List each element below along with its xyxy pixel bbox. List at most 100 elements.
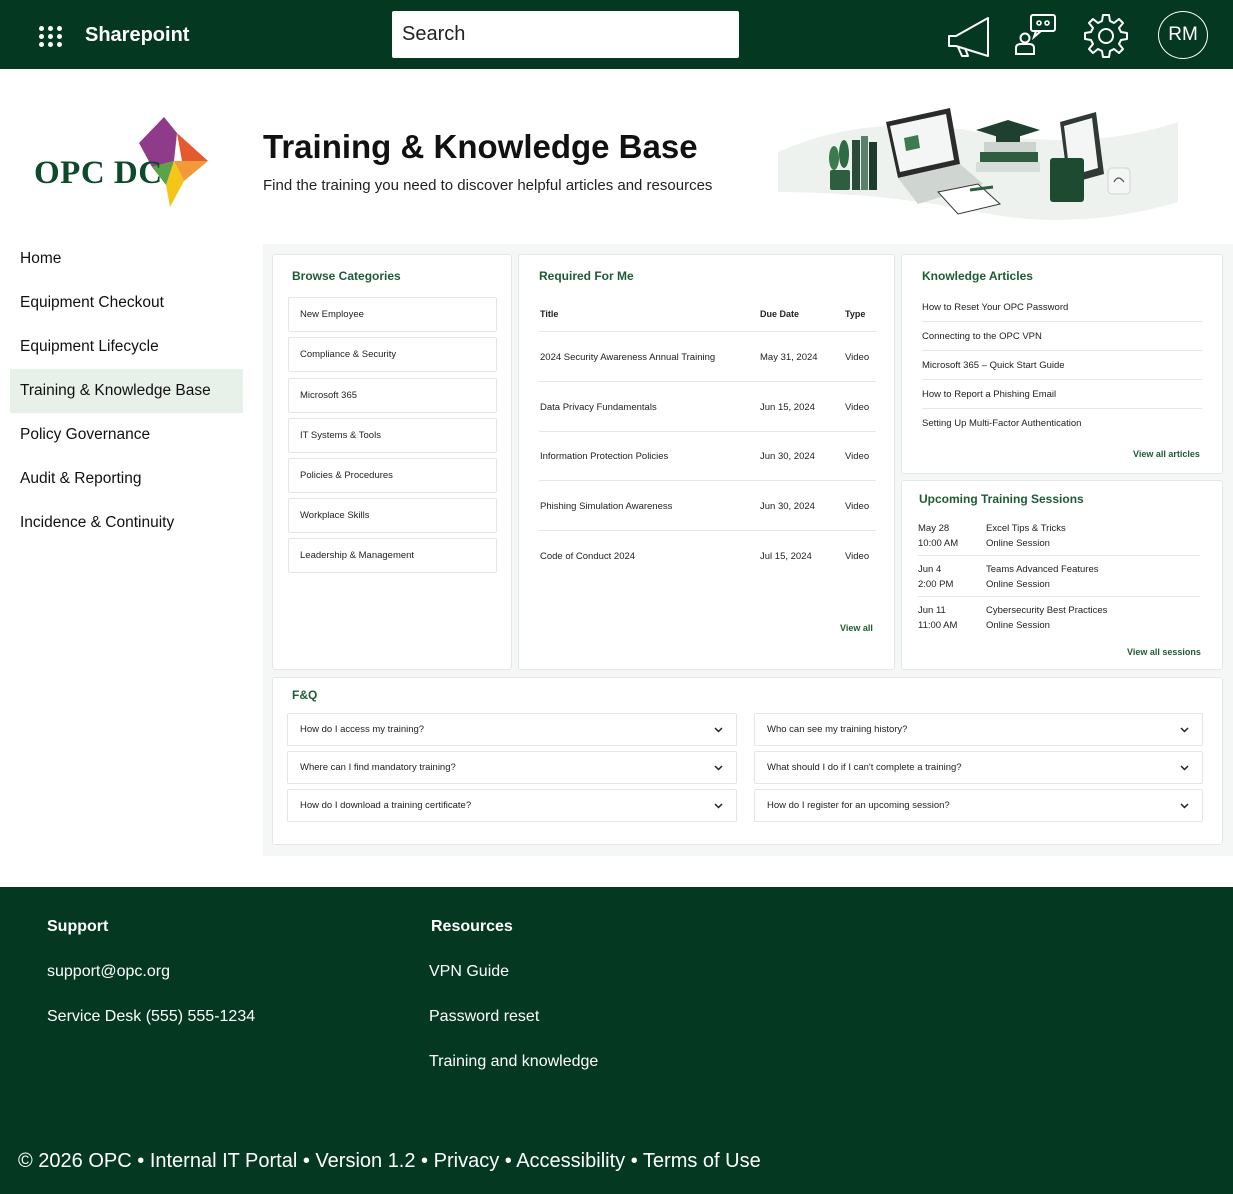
portal-name-text: Internal IT Portal [149, 1150, 298, 1172]
footer-vpn-guide-link[interactable]: VPN Guide [429, 963, 509, 981]
training-title[interactable]: Code of Conduct 2024 [540, 551, 635, 562]
column-header-type: Type [845, 309, 866, 319]
terms-of-use-link[interactable]: Terms of Use [643, 1150, 761, 1172]
footer-support-heading: Support [47, 918, 109, 935]
view-all-required-link[interactable]: View all [840, 623, 873, 633]
top-bar: Sharepoint RM [0, 0, 1233, 69]
megaphone-icon[interactable] [944, 12, 992, 58]
faq-card: F&Q How do I access my training? Where c… [272, 677, 1223, 845]
category-workplace-skills[interactable]: Workplace Skills [288, 498, 497, 533]
article-link[interactable]: How to Report a Phishing Email [922, 389, 1202, 400]
chevron-down-icon[interactable] [713, 762, 724, 773]
training-title[interactable]: Information Protection Policies [540, 451, 668, 462]
nav-item-audit-reporting[interactable]: Audit & Reporting [10, 457, 243, 501]
category-microsoft-365[interactable]: Microsoft 365 [288, 378, 497, 413]
privacy-link[interactable]: Privacy [434, 1150, 500, 1172]
session-info[interactable]: Cybersecurity Best Practices Online Sessi… [986, 603, 1107, 633]
training-due-date: Jun 30, 2024 [760, 501, 815, 512]
chevron-down-icon[interactable] [713, 724, 724, 735]
training-type: Video [845, 451, 870, 462]
faq-question: How do I download a training certificate… [300, 800, 472, 811]
chevron-down-icon[interactable] [1179, 800, 1190, 811]
nav-item-incidence-continuity[interactable]: Incidence & Continuity [10, 501, 243, 545]
browse-categories-title: Browse Categories [292, 269, 401, 283]
view-all-sessions-link[interactable]: View all sessions [1127, 647, 1201, 657]
version-text: Version 1.2 [315, 1150, 416, 1172]
article-link[interactable]: How to Reset Your OPC Password [922, 302, 1202, 313]
column-header-title: Title [540, 309, 559, 319]
nav-item-equipment-lifecycle[interactable]: Equipment Lifecycle [10, 325, 243, 369]
faq-question: What should I do if I can't complete a t… [767, 762, 962, 773]
article-divider [922, 321, 1202, 322]
table-divider [539, 480, 876, 481]
accessibility-link[interactable]: Accessibility [516, 1150, 625, 1172]
session-date: Jun 11 11:00 AM [918, 605, 958, 631]
training-type: Video [845, 501, 870, 512]
article-link[interactable]: Microsoft 365 – Quick Start Guide [922, 360, 1202, 371]
search-input[interactable] [392, 11, 739, 58]
category-compliance-security[interactable]: Compliance & Security [288, 337, 497, 372]
footer: Support support@opc.org Service Desk (55… [0, 887, 1233, 1194]
training-due-date: Jul 15, 2024 [760, 551, 812, 562]
faq-question: Who can see my training history? [767, 724, 908, 735]
category-leadership-management[interactable]: Leadership & Management [288, 538, 497, 573]
training-due-date: Jun 15, 2024 [760, 402, 815, 413]
page-title: Training & Knowledge Base [263, 128, 698, 165]
category-policies-procedures[interactable]: Policies & Procedures [288, 458, 497, 493]
article-link[interactable]: Connecting to the OPC VPN [922, 331, 1202, 342]
knowledge-articles-title: Knowledge Articles [922, 269, 1033, 283]
faq-item[interactable]: How do I access my training? [287, 713, 737, 746]
required-for-me-title: Required For Me [539, 269, 634, 283]
faq-item[interactable]: Who can see my training history? [754, 713, 1203, 746]
feedback-icon[interactable] [1012, 12, 1060, 58]
page-subtitle: Find the training you need to discover h… [263, 177, 713, 194]
session-info[interactable]: Excel Tips & Tricks Online Session [986, 521, 1066, 551]
opc-logo[interactable]: OPC DC [34, 115, 214, 215]
browse-categories-card: Browse Categories New Employee Complianc… [272, 254, 512, 670]
nav-item-equipment-checkout[interactable]: Equipment Checkout [10, 281, 243, 325]
training-due-date: May 31, 2024 [760, 352, 818, 363]
footer-support-email-link[interactable]: support@opc.org [47, 963, 170, 981]
faq-item[interactable]: Where can I find mandatory training? [287, 751, 737, 784]
footer-password-reset-link[interactable]: Password reset [429, 1008, 539, 1026]
training-type: Video [845, 402, 870, 413]
chevron-down-icon[interactable] [1179, 762, 1190, 773]
table-divider [539, 331, 876, 332]
category-it-systems-tools[interactable]: IT Systems & Tools [288, 418, 497, 453]
chevron-down-icon[interactable] [713, 800, 724, 811]
article-divider [922, 379, 1202, 380]
category-new-employee[interactable]: New Employee [288, 297, 497, 332]
faq-item[interactable]: How do I register for an upcoming sessio… [754, 789, 1203, 822]
article-link[interactable]: Setting Up Multi-Factor Authentication [922, 418, 1202, 429]
table-divider [539, 530, 876, 531]
training-due-date: Jun 30, 2024 [760, 451, 815, 462]
waffle-icon[interactable] [39, 26, 63, 47]
user-avatar[interactable]: RM [1158, 11, 1208, 59]
session-divider [918, 596, 1200, 597]
faq-item[interactable]: How do I download a training certificate… [287, 789, 737, 822]
gear-icon[interactable] [1082, 12, 1130, 58]
footer-bottom-bar: © 2026 OPC • Internal IT Portal • Versio… [18, 1150, 761, 1172]
session-info[interactable]: Teams Advanced Features Online Session [986, 562, 1098, 592]
nav-item-policy-governance[interactable]: Policy Governance [10, 413, 243, 457]
session-date: May 28 10:00 AM [918, 523, 959, 549]
faq-question: Where can I find mandatory training? [300, 762, 456, 773]
training-title[interactable]: 2024 Security Awareness Annual Training [540, 352, 715, 363]
training-title[interactable]: Phishing Simulation Awareness [540, 501, 672, 512]
training-type: Video [845, 551, 870, 562]
session-divider [918, 555, 1200, 556]
training-title[interactable]: Data Privacy Fundamentals [540, 402, 657, 413]
table-divider [539, 431, 876, 432]
app-brand[interactable]: Sharepoint [85, 24, 189, 47]
chevron-down-icon[interactable] [1179, 724, 1190, 735]
nav-item-home[interactable]: Home [10, 237, 243, 281]
footer-service-desk-link[interactable]: Service Desk (555) 555-1234 [47, 1008, 255, 1026]
article-divider [922, 408, 1202, 409]
view-all-articles-link[interactable]: View all articles [1133, 449, 1200, 459]
hero-illustration [778, 108, 1178, 220]
logo-text: OPC DC [34, 155, 163, 191]
footer-training-link[interactable]: Training and knowledge [429, 1053, 598, 1071]
nav-item-training-knowledge-base[interactable]: Training & Knowledge Base [10, 369, 243, 413]
faq-item[interactable]: What should I do if I can't complete a t… [754, 751, 1203, 784]
article-divider [922, 350, 1202, 351]
